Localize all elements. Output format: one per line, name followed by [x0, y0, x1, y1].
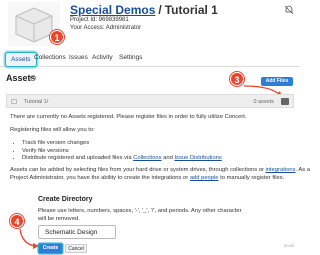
- directory-name-input[interactable]: Schematic Design: [38, 225, 116, 239]
- callout-4: 4: [10, 214, 24, 228]
- access-level: Your Access: Administrator: [70, 25, 142, 31]
- callout-1: 1: [50, 30, 64, 44]
- project-header: Special Demos / Tutorial 1 Project Id: 969…: [0, 0, 300, 48]
- paragraph-text: Project Administrator, you have the abil…: [10, 175, 190, 181]
- callout-4-arrow: [19, 228, 39, 249]
- tab-bar: Assets Collections Issues Activity Setti…: [0, 48, 300, 67]
- list-item: Track file version changes: [22, 140, 222, 146]
- assets-help-paragraph-1: Assets can be added by selecting files f…: [10, 167, 310, 173]
- list-item-text: Distribute registered and uploaded files…: [22, 155, 134, 161]
- tab-settings[interactable]: Settings: [119, 54, 143, 61]
- integrations-link[interactable]: integrations: [266, 167, 296, 173]
- tab-issues[interactable]: Issues: [69, 54, 88, 61]
- registering-intro: Registering files will allow you to:: [10, 127, 95, 133]
- benefits-list: Track file version changes Verify file v…: [22, 140, 222, 163]
- no-assets-message: There are currently no Assets registered…: [10, 114, 247, 120]
- tab-assets[interactable]: Assets: [5, 52, 37, 67]
- callout-3: 3: [230, 72, 244, 86]
- issue-distributions-link[interactable]: Issue Distributions: [174, 155, 221, 161]
- corner-note: 00:53: [283, 243, 294, 248]
- create-folder-button[interactable]: [281, 98, 289, 105]
- create-button[interactable]: Create: [39, 244, 62, 253]
- folder-path: Tutorial 1/: [24, 99, 49, 105]
- help-icon[interactable]: ?: [30, 75, 36, 81]
- title-separator: /: [158, 3, 162, 17]
- tab-activity[interactable]: Activity: [92, 54, 113, 61]
- page-title: Special Demos / Tutorial 1: [70, 3, 218, 17]
- list-item: Verify file versions: [22, 148, 222, 154]
- list-item: Distribute registered and uploaded files…: [22, 155, 222, 161]
- asset-count: 0 assets: [253, 99, 274, 105]
- cancel-button[interactable]: Cancel: [65, 244, 87, 253]
- paragraph-text: Assets can be added by selecting files f…: [10, 167, 266, 173]
- paragraph-text: to manually register files.: [218, 175, 285, 181]
- folder-name: Tutorial 1: [164, 3, 218, 17]
- folder-bar: Tutorial 1/ 0 assets: [6, 94, 294, 108]
- tab-collections[interactable]: Collections: [34, 54, 66, 61]
- notifications-off-icon[interactable]: [284, 5, 294, 15]
- paragraph-text: . As a: [295, 167, 311, 173]
- add-people-link[interactable]: add people: [190, 175, 219, 181]
- collections-link[interactable]: Collections: [133, 155, 161, 161]
- create-directory-hint: Please use letters, numbers, spaces, '-'…: [38, 208, 242, 222]
- and-text: and: [161, 155, 175, 161]
- project-name-link[interactable]: Special Demos: [70, 3, 155, 17]
- create-directory-title: Create Directory: [38, 196, 93, 203]
- project-id: Project Id: 969839981: [70, 17, 129, 23]
- folder-icon: [11, 99, 17, 104]
- assets-help-paragraph-2: Project Administrator, you have the abil…: [10, 175, 284, 181]
